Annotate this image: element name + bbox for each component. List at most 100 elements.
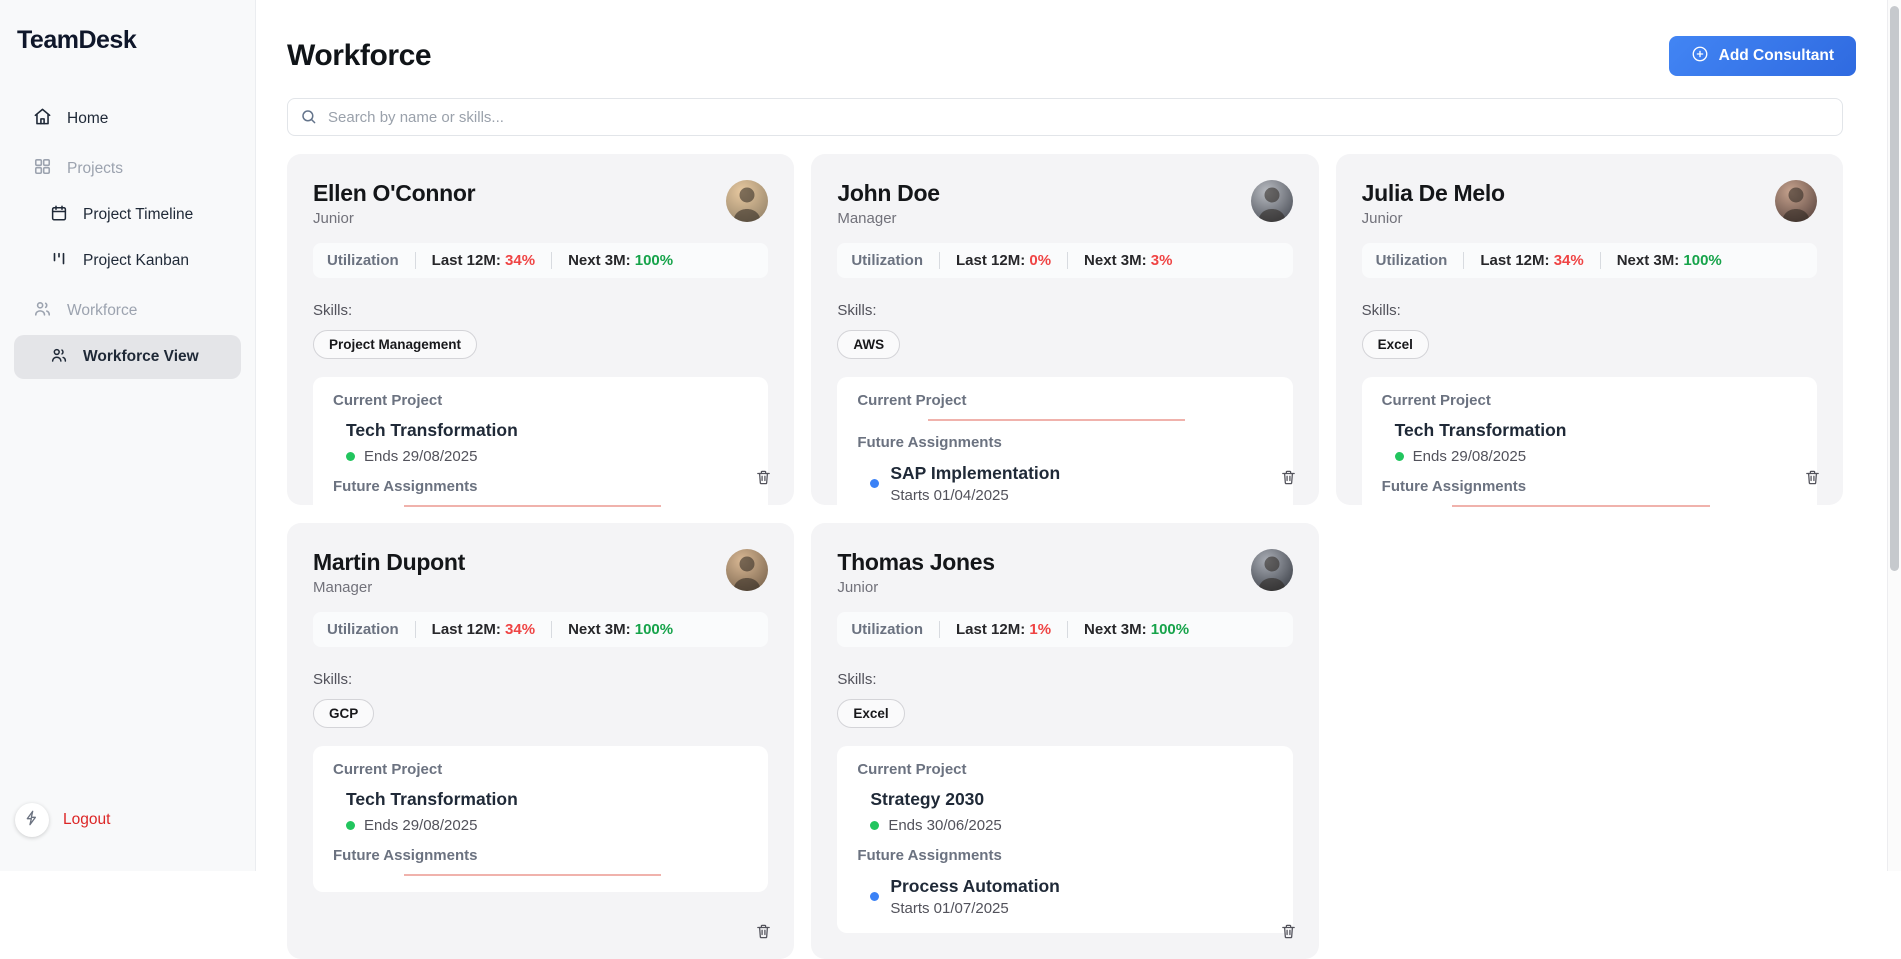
trash-icon [1280, 924, 1297, 943]
consultant-role: Junior [313, 210, 354, 227]
last-12m: Last 12M: 34% [432, 252, 535, 269]
current-project-date: Ends 29/08/2025 [1394, 448, 1797, 465]
current-project-entry: Strategy 2030 Ends 30/06/2025 [857, 789, 1272, 834]
avatar [1250, 549, 1293, 591]
trash-icon [755, 924, 772, 943]
sidebar: TeamDesk Home Projects Project Timeline … [0, 0, 256, 871]
next-3m-value: 100% [634, 621, 674, 638]
avatar [1250, 180, 1293, 222]
future-assignment-date: Starts 01/07/2025 [890, 900, 1009, 917]
delete-consultant-button[interactable] [1280, 922, 1297, 943]
consultant-name: John Doe [837, 180, 940, 206]
project-box: Current Project Future Assignments SAP I… [837, 377, 1293, 520]
divider [551, 252, 553, 269]
project-box: Current Project Strategy 2030 Ends 30/06… [837, 746, 1293, 933]
active-dot-icon [870, 821, 880, 830]
consultant-role: Manager [313, 579, 373, 596]
future-dot-icon [870, 479, 880, 488]
lightning-icon [24, 810, 40, 831]
scrollbar-thumb[interactable] [1890, 6, 1899, 571]
consultant-role: Junior [837, 579, 879, 596]
skill-chip: Excel [1361, 330, 1429, 359]
delete-consultant-button[interactable] [755, 922, 772, 943]
sidebar-item-project-timeline[interactable]: Project Timeline [14, 193, 241, 237]
active-dot-icon [1394, 452, 1404, 461]
last-12m-value: 34% [1553, 252, 1584, 269]
last-12m-value: 34% [505, 252, 536, 269]
logout-button[interactable]: Logout [63, 811, 110, 829]
delete-consultant-button[interactable] [755, 468, 772, 489]
sidebar-item-workforce-view[interactable]: Workforce View [14, 335, 241, 379]
future-assignment-texts: SAP Implementation Starts 01/04/2025 [890, 463, 1060, 504]
skills-label: Skills: [837, 302, 877, 319]
utilization-strip: Utilization Last 12M: 34% Next 3M: 100% [313, 612, 769, 647]
sidebar-nav: Home Projects Project Timeline Project K… [0, 97, 255, 379]
page-header: Workforce Add Consultant [256, 0, 1887, 76]
skill-chips: Project Management [313, 330, 768, 359]
consultant-grid: Ellen O'Connor Junior Utilization Last 1… [287, 154, 1843, 959]
card-header: Ellen O'Connor Junior [313, 180, 769, 227]
skill-chip: AWS [837, 330, 901, 359]
divider [414, 621, 416, 638]
divider [414, 252, 416, 269]
future-assignments-label: Future Assignments [333, 478, 478, 495]
sidebar-item-label: Project Timeline [83, 206, 194, 223]
utilization-label: Utilization [327, 252, 399, 269]
skill-chip: Project Management [313, 330, 478, 359]
page-title: Workforce [287, 39, 432, 72]
consultant-role: Junior [1361, 210, 1403, 227]
sidebar-section-workforce: Workforce [14, 289, 241, 333]
consultant-card: John Doe Manager Utilization Last 12M: 0… [811, 154, 1319, 520]
add-consultant-button[interactable]: Add Consultant [1668, 36, 1856, 76]
current-project-date: Ends 29/08/2025 [346, 448, 748, 465]
divider [551, 621, 553, 638]
next-3m-value: 100% [1150, 621, 1190, 638]
skill-chips: Excel [1361, 330, 1817, 359]
future-assignment-empty [1452, 495, 1710, 507]
utilization-strip: Utilization Last 12M: 34% Next 3M: 100% [1361, 243, 1817, 278]
project-box: Current Project Tech Transformation Ends… [313, 746, 769, 892]
current-project-date-text: Ends 30/06/2025 [888, 817, 1002, 834]
next-3m-value: 100% [634, 252, 674, 269]
last-12m-label: Last 12M: [431, 252, 501, 269]
current-project-entry: Tech Transformation Ends 29/08/2025 [333, 420, 748, 465]
sidebar-item-home[interactable]: Home [14, 97, 241, 141]
users-icon [33, 299, 52, 323]
future-assignments-label: Future Assignments [1381, 478, 1527, 495]
divider [1463, 252, 1465, 269]
last-12m: Last 12M: 1% [956, 621, 1051, 638]
search-bar [287, 98, 1843, 136]
utilization-strip: Utilization Last 12M: 34% Next 3M: 100% [313, 243, 769, 278]
grid-icon [33, 157, 52, 181]
future-assignment-texts: Process Automation Starts 01/07/2025 [890, 876, 1060, 917]
skill-chips: GCP [313, 699, 768, 728]
last-12m: Last 12M: 0% [956, 252, 1051, 269]
sidebar-section-label: Workforce [67, 302, 138, 319]
future-assignments-label: Future Assignments [857, 434, 1002, 451]
future-assignment-name: SAP Implementation [890, 463, 1061, 483]
vertical-scrollbar[interactable] [1887, 0, 1901, 871]
consultant-role: Manager [837, 210, 897, 227]
search-input[interactable] [287, 98, 1843, 136]
current-project-label: Current Project [333, 761, 443, 778]
delete-consultant-button[interactable] [1280, 468, 1297, 489]
delete-consultant-button[interactable] [1804, 468, 1821, 489]
current-project-date: Ends 29/08/2025 [346, 817, 748, 834]
consultant-card: Ellen O'Connor Junior Utilization Last 1… [287, 154, 795, 523]
card-header: Thomas Jones Junior [837, 549, 1293, 596]
future-assignment-empty [403, 495, 662, 507]
sidebar-item-project-kanban[interactable]: Project Kanban [14, 239, 241, 283]
dev-tools-button[interactable] [15, 803, 49, 837]
main-content: Workforce Add Consultant Ellen O'Connor … [256, 0, 1887, 959]
next-3m-label: Next 3M: [568, 252, 631, 269]
next-3m-label: Next 3M: [1084, 252, 1147, 269]
add-consultant-label: Add Consultant [1718, 47, 1834, 64]
consultant-card: Martin Dupont Manager Utilization Last 1… [287, 523, 795, 959]
next-3m-value: 3% [1150, 252, 1173, 269]
divider [1067, 621, 1069, 638]
last-12m-value: 0% [1029, 252, 1052, 269]
plus-circle-icon [1691, 45, 1709, 68]
divider [1599, 252, 1601, 269]
card-header: Julia De Melo Junior [1362, 180, 1817, 227]
current-project-date-text: Ends 29/08/2025 [1412, 448, 1527, 465]
